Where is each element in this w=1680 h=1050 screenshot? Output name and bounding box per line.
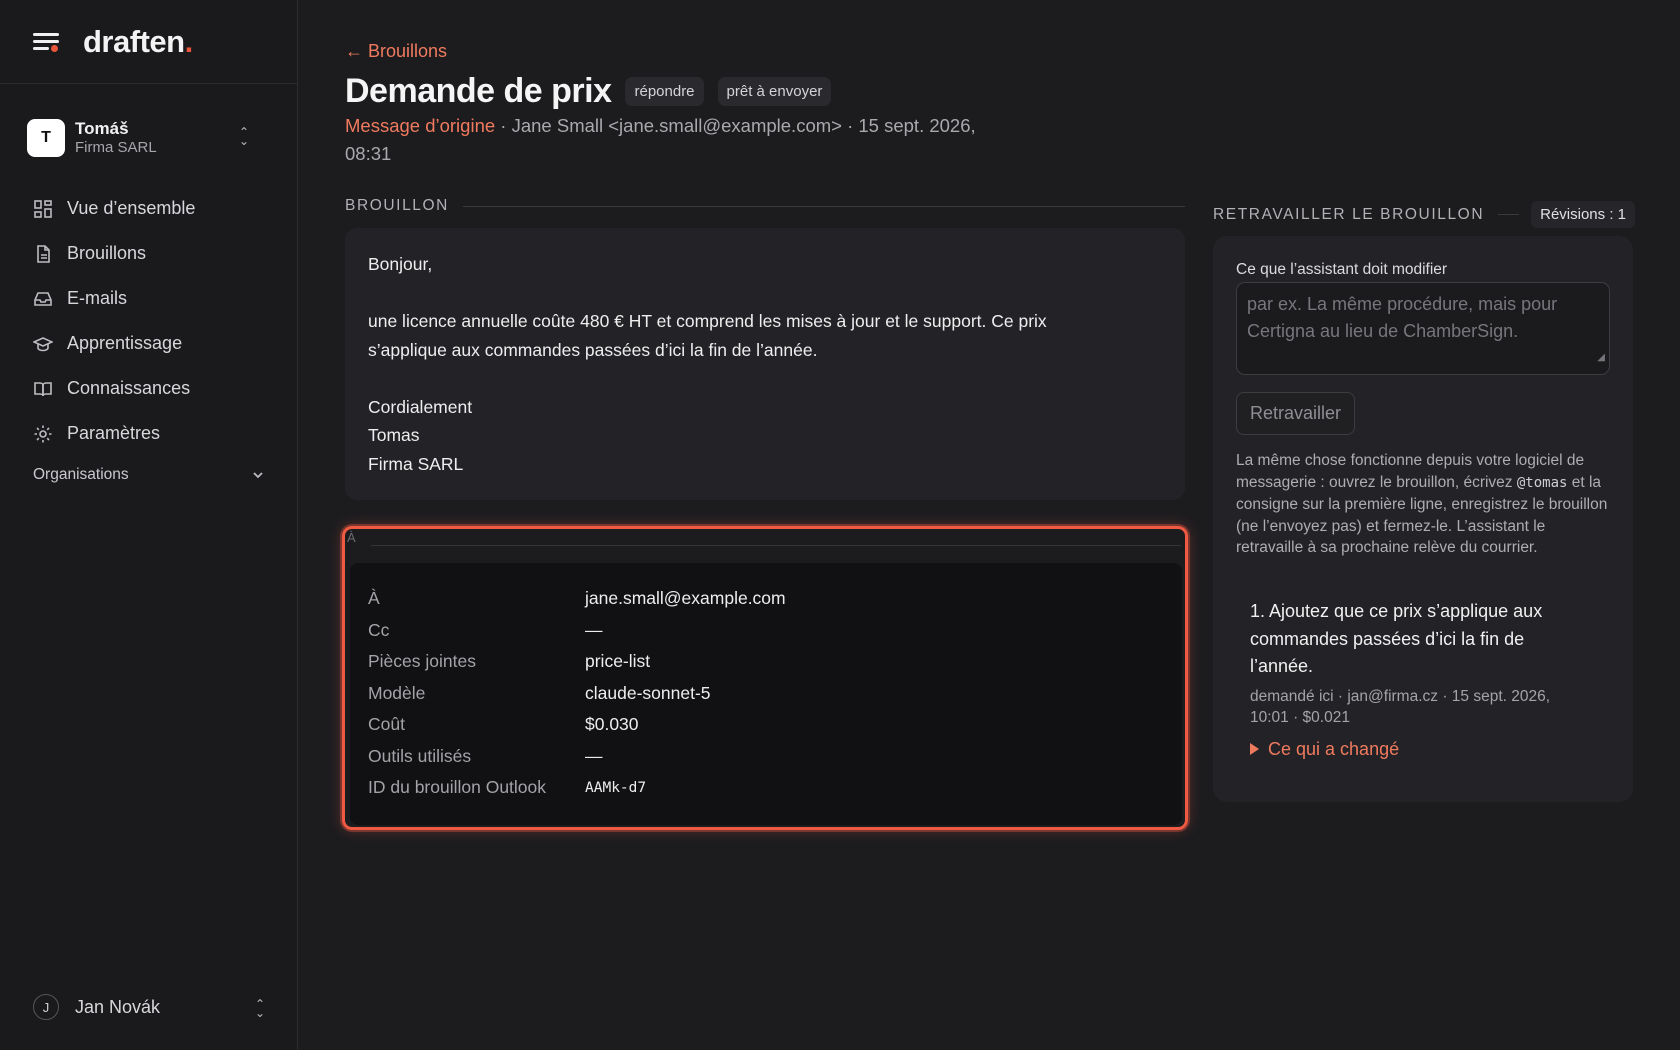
disclosure-triangle-icon	[1250, 743, 1259, 755]
menu-icon[interactable]	[33, 31, 59, 53]
rework-button[interactable]: Retravailler	[1236, 392, 1356, 435]
org-company-name: Firma SARL	[75, 139, 157, 157]
draft-line: s’applique aux commandes passées d’ici l…	[368, 339, 818, 360]
details-corner-label: À	[347, 530, 356, 545]
user-switcher[interactable]: J Jan Novák ⌃ ⌄	[33, 994, 265, 1020]
sidebar-item-label: Apprentissage	[67, 333, 183, 353]
sidebar-item-label: Brouillons	[67, 243, 147, 263]
user-name: Jan Novák	[75, 996, 161, 1017]
sidebar-item-learning[interactable]: Apprentissage	[33, 321, 273, 366]
rework-panel: Ce que l’assistant doit modifier par ex.…	[1213, 236, 1633, 802]
resize-handle-icon[interactable]: ◢	[1597, 344, 1605, 371]
draft-section-label: BROUILLON	[345, 197, 449, 214]
details-row-tools: Outils utilisés —	[368, 745, 603, 766]
revision-changes-label: Ce qui a changé	[1268, 738, 1400, 759]
org-avatar: T	[27, 119, 65, 157]
revision-meta: demandé ici · jan@firma.cz · 15 sept. 20…	[1250, 687, 1551, 727]
details-row-attachments: Pièces jointes price-list	[368, 651, 651, 672]
rework-help-text: La même chose fonctionne depuis votre lo…	[1236, 452, 1608, 556]
details-row-to: Àjane.small@example.com	[368, 588, 786, 609]
sidebar-item-label: Paramètres	[67, 423, 161, 443]
rework-section-header: RETRAVAILLER LE BROUILLON Révisions : 1	[1213, 201, 1635, 228]
revision-changes-toggle[interactable]: Ce qui a changé	[1250, 739, 1580, 760]
sidebar-item-label: Vue d’ensemble	[67, 198, 196, 218]
organisations-toggle[interactable]: Organisations	[33, 466, 265, 484]
chevron-up-down-icon: ⌃ ⌄	[238, 125, 249, 148]
sidebar-item-settings[interactable]: Paramètres	[33, 411, 273, 456]
origin-meta: Message d’origine · Jane Small <jane.sma…	[345, 112, 985, 168]
sidebar-item-drafts[interactable]: Brouillons	[33, 231, 273, 276]
draft-line: une licence annuelle coûte 480 € HT et c…	[368, 311, 1047, 331]
inbox-icon	[33, 289, 53, 309]
book-icon	[33, 379, 53, 399]
status-badge-type: répondre	[625, 77, 704, 106]
draft-signature-name: Tomas	[368, 425, 420, 445]
sidebar-item-label: Connaissances	[67, 378, 191, 398]
rework-section-label: RETRAVAILLER LE BROUILLON	[1213, 205, 1485, 223]
title-row: Demande de prix répondre prêt à envoyer	[345, 72, 832, 111]
app-logo[interactable]: draften.	[83, 24, 193, 60]
sidebar-nav: Vue d’ensemble Brouillons E-mails Appren…	[33, 186, 273, 456]
brand-bar: draften.	[0, 0, 297, 84]
details-row-model: Modèle claude-sonnet-5	[368, 682, 711, 703]
sidebar-item-knowledge[interactable]: Connaissances	[33, 366, 273, 411]
details-row-outlook-id: ID du brouillon Outlook AAMk-d7	[368, 777, 647, 798]
draft-section-header: BROUILLON	[345, 197, 1185, 215]
rework-placeholder: par ex. La même procédure, mais pour Cer…	[1247, 294, 1558, 341]
origin-message-link[interactable]: Message d’origine	[345, 115, 495, 136]
mention-code: @tomas	[1516, 474, 1568, 491]
draft-body[interactable]: Bonjour, une licence annuelle coûte 480 …	[345, 228, 1185, 500]
page-title: Demande de prix	[345, 72, 612, 110]
details-row-cc: Cc —	[368, 619, 603, 640]
revision-text: 1. Ajoutez que ce prix s’applique aux co…	[1250, 601, 1543, 676]
draft-signature-company: Firma SARL	[368, 453, 464, 474]
sidebar: draften. T Tomáš Firma SARL ⌃ ⌄ Vue d’ens…	[0, 0, 298, 1050]
chevron-up-down-icon: ⌃ ⌄	[254, 997, 265, 1020]
document-icon	[33, 244, 53, 264]
status-badge-state: prêt à envoyer	[717, 77, 832, 106]
graduation-cap-icon	[33, 334, 53, 354]
gear-icon	[33, 424, 53, 444]
org-user-name: Tomáš	[75, 119, 129, 138]
chevron-down-icon	[253, 472, 263, 479]
avatar: J	[33, 994, 59, 1020]
divider	[1498, 214, 1520, 215]
revisions-badge: Révisions : 1	[1531, 201, 1635, 228]
draft-greeting: Bonjour,	[368, 254, 433, 274]
draft-closing: Cordialement	[368, 396, 473, 417]
rework-instruction-input[interactable]: par ex. La même procédure, mais pour Cer…	[1236, 282, 1610, 375]
revision-item: 1. Ajoutez que ce prix s’applique aux co…	[1250, 598, 1580, 760]
sidebar-item-overview[interactable]: Vue d’ensemble	[33, 186, 273, 231]
sidebar-item-emails[interactable]: E-mails	[33, 276, 273, 321]
divider	[371, 545, 1181, 546]
sidebar-item-label: E-mails	[67, 288, 128, 308]
divider	[462, 205, 1185, 207]
details-row-cost: Coût $0.030	[368, 714, 639, 735]
back-to-drafts-link[interactable]: ← Brouillons	[345, 41, 447, 62]
grid-icon	[33, 199, 53, 219]
org-switcher[interactable]: T Tomáš Firma SARL ⌃ ⌄	[27, 116, 271, 160]
draft-details-table: Àjane.small@example.com Cc — Pièces joint…	[350, 563, 1182, 825]
rework-field-label: Ce que l’assistant doit modifier	[1236, 261, 1448, 278]
organisations-label: Organisations	[33, 466, 129, 483]
